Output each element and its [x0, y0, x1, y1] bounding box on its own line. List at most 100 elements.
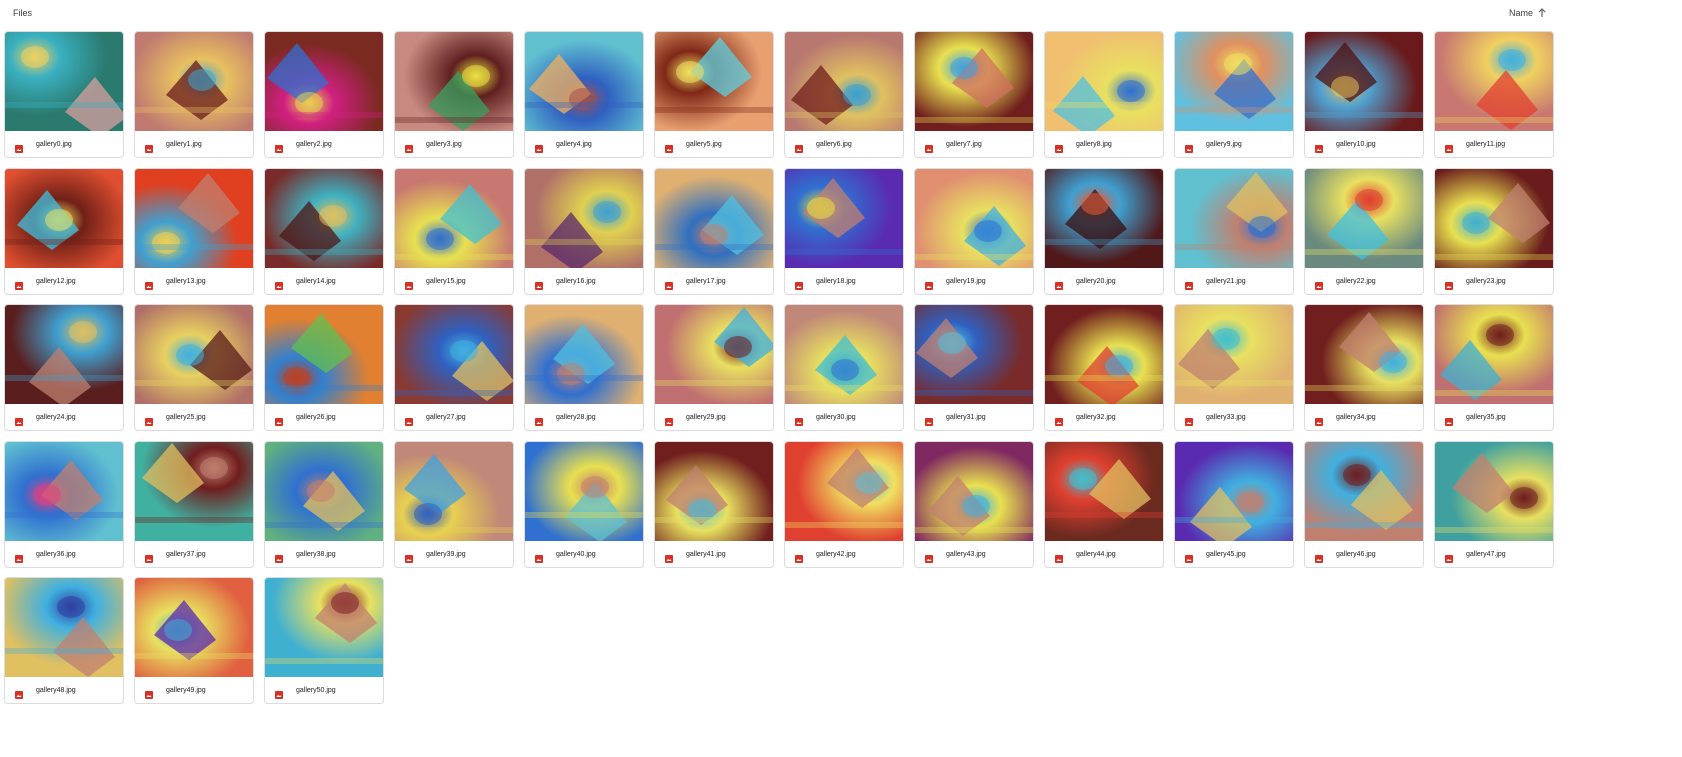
file-name: gallery22.jpg	[1336, 278, 1376, 285]
file-card[interactable]: gallery50.jpg	[264, 577, 384, 704]
file-label-row: gallery33.jpg	[1175, 404, 1293, 430]
file-card[interactable]: gallery36.jpg	[4, 441, 124, 568]
file-name: gallery24.jpg	[36, 414, 76, 421]
file-thumbnail	[1435, 442, 1553, 541]
image-file-icon	[15, 686, 23, 699]
file-label-row: gallery39.jpg	[395, 541, 513, 567]
file-card[interactable]: gallery8.jpg	[1044, 31, 1164, 158]
file-card[interactable]: gallery28.jpg	[524, 304, 644, 431]
file-card[interactable]: gallery13.jpg	[134, 168, 254, 295]
file-thumbnail	[1175, 32, 1293, 131]
file-thumbnail	[5, 169, 123, 268]
file-name: gallery5.jpg	[686, 141, 722, 148]
file-card[interactable]: gallery34.jpg	[1304, 304, 1424, 431]
file-card[interactable]: gallery23.jpg	[1434, 168, 1554, 295]
file-card[interactable]: gallery1.jpg	[134, 31, 254, 158]
file-card[interactable]: gallery5.jpg	[654, 31, 774, 158]
file-card[interactable]: gallery40.jpg	[524, 441, 644, 568]
file-card[interactable]: gallery19.jpg	[914, 168, 1034, 295]
file-card[interactable]: gallery10.jpg	[1304, 31, 1424, 158]
file-card[interactable]: gallery22.jpg	[1304, 168, 1424, 295]
file-card[interactable]: gallery46.jpg	[1304, 441, 1424, 568]
file-card[interactable]: gallery43.jpg	[914, 441, 1034, 568]
file-name: gallery13.jpg	[166, 278, 206, 285]
image-file-icon	[925, 140, 933, 153]
file-card[interactable]: gallery44.jpg	[1044, 441, 1164, 568]
file-card[interactable]: gallery37.jpg	[134, 441, 254, 568]
file-card[interactable]: gallery41.jpg	[654, 441, 774, 568]
image-file-icon	[1315, 550, 1323, 563]
file-card[interactable]: gallery27.jpg	[394, 304, 514, 431]
file-label-row: gallery24.jpg	[5, 404, 123, 430]
file-card[interactable]: gallery11.jpg	[1434, 31, 1554, 158]
file-card[interactable]: gallery39.jpg	[394, 441, 514, 568]
file-card[interactable]: gallery15.jpg	[394, 168, 514, 295]
file-thumbnail	[395, 305, 513, 404]
file-card[interactable]: gallery9.jpg	[1174, 31, 1294, 158]
file-card[interactable]: gallery29.jpg	[654, 304, 774, 431]
image-file-icon	[925, 550, 933, 563]
file-thumbnail	[1305, 169, 1423, 268]
file-thumbnail	[1045, 169, 1163, 268]
file-card[interactable]: gallery49.jpg	[134, 577, 254, 704]
file-card[interactable]: gallery0.jpg	[4, 31, 124, 158]
file-name: gallery15.jpg	[426, 278, 466, 285]
file-card[interactable]: gallery48.jpg	[4, 577, 124, 704]
file-label-row: gallery46.jpg	[1305, 541, 1423, 567]
file-card[interactable]: gallery30.jpg	[784, 304, 904, 431]
file-name: gallery19.jpg	[946, 278, 986, 285]
file-name: gallery3.jpg	[426, 141, 462, 148]
file-card[interactable]: gallery7.jpg	[914, 31, 1034, 158]
file-card[interactable]: gallery2.jpg	[264, 31, 384, 158]
file-card[interactable]: gallery32.jpg	[1044, 304, 1164, 431]
file-name: gallery44.jpg	[1076, 551, 1116, 558]
file-thumbnail	[1045, 32, 1163, 131]
file-thumbnail	[265, 442, 383, 541]
file-card[interactable]: gallery20.jpg	[1044, 168, 1164, 295]
file-label-row: gallery22.jpg	[1305, 268, 1423, 294]
image-file-icon	[795, 140, 803, 153]
file-thumbnail	[525, 32, 643, 131]
file-card[interactable]: gallery12.jpg	[4, 168, 124, 295]
file-label-row: gallery23.jpg	[1435, 268, 1553, 294]
file-card[interactable]: gallery25.jpg	[134, 304, 254, 431]
file-name: gallery32.jpg	[1076, 414, 1116, 421]
file-card[interactable]: gallery42.jpg	[784, 441, 904, 568]
file-label-row: gallery9.jpg	[1175, 131, 1293, 157]
file-card[interactable]: gallery38.jpg	[264, 441, 384, 568]
file-card[interactable]: gallery26.jpg	[264, 304, 384, 431]
file-name: gallery0.jpg	[36, 141, 72, 148]
image-file-icon	[1315, 277, 1323, 290]
file-name: gallery1.jpg	[166, 141, 202, 148]
file-thumbnail	[1045, 442, 1163, 541]
file-thumbnail	[135, 305, 253, 404]
image-file-icon	[1185, 277, 1193, 290]
image-file-icon	[15, 140, 23, 153]
file-name: gallery40.jpg	[556, 551, 596, 558]
file-card[interactable]: gallery4.jpg	[524, 31, 644, 158]
file-card[interactable]: gallery18.jpg	[784, 168, 904, 295]
image-file-icon	[795, 277, 803, 290]
file-name: gallery31.jpg	[946, 414, 986, 421]
sort-by-name-button[interactable]: Name	[1493, 8, 1533, 18]
file-name: gallery8.jpg	[1076, 141, 1112, 148]
file-card[interactable]: gallery31.jpg	[914, 304, 1034, 431]
file-card[interactable]: gallery24.jpg	[4, 304, 124, 431]
file-card[interactable]: gallery35.jpg	[1434, 304, 1554, 431]
file-card[interactable]: gallery3.jpg	[394, 31, 514, 158]
arrow-up-icon[interactable]	[1536, 6, 1548, 18]
page-title: Files	[13, 8, 33, 18]
file-card[interactable]: gallery21.jpg	[1174, 168, 1294, 295]
file-thumbnail	[525, 169, 643, 268]
file-card[interactable]: gallery6.jpg	[784, 31, 904, 158]
file-name: gallery21.jpg	[1206, 278, 1246, 285]
file-card[interactable]: gallery47.jpg	[1434, 441, 1554, 568]
file-thumbnail	[1435, 32, 1553, 131]
file-card[interactable]: gallery14.jpg	[264, 168, 384, 295]
file-card[interactable]: gallery45.jpg	[1174, 441, 1294, 568]
toolbar: Files Name	[0, 0, 1682, 28]
file-card[interactable]: gallery33.jpg	[1174, 304, 1294, 431]
file-card[interactable]: gallery17.jpg	[654, 168, 774, 295]
file-label-row: gallery10.jpg	[1305, 131, 1423, 157]
file-card[interactable]: gallery16.jpg	[524, 168, 644, 295]
